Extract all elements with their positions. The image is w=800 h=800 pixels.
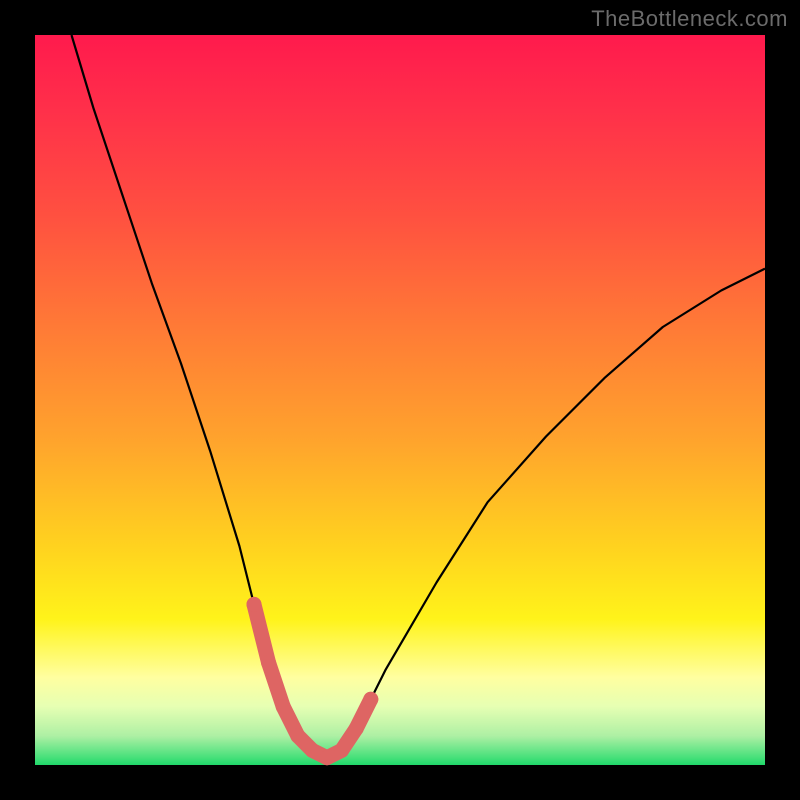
optimal-zone-highlight [247,597,379,758]
optimal-seg [254,604,269,662]
chart-frame: TheBottleneck.com [0,0,800,800]
bottleneck-curve [72,35,766,758]
plot-svg [35,35,765,765]
plot-area [35,35,765,765]
optimal-endpoint [247,597,262,612]
optimal-endpoint [363,692,378,707]
watermark-text: TheBottleneck.com [591,6,788,32]
